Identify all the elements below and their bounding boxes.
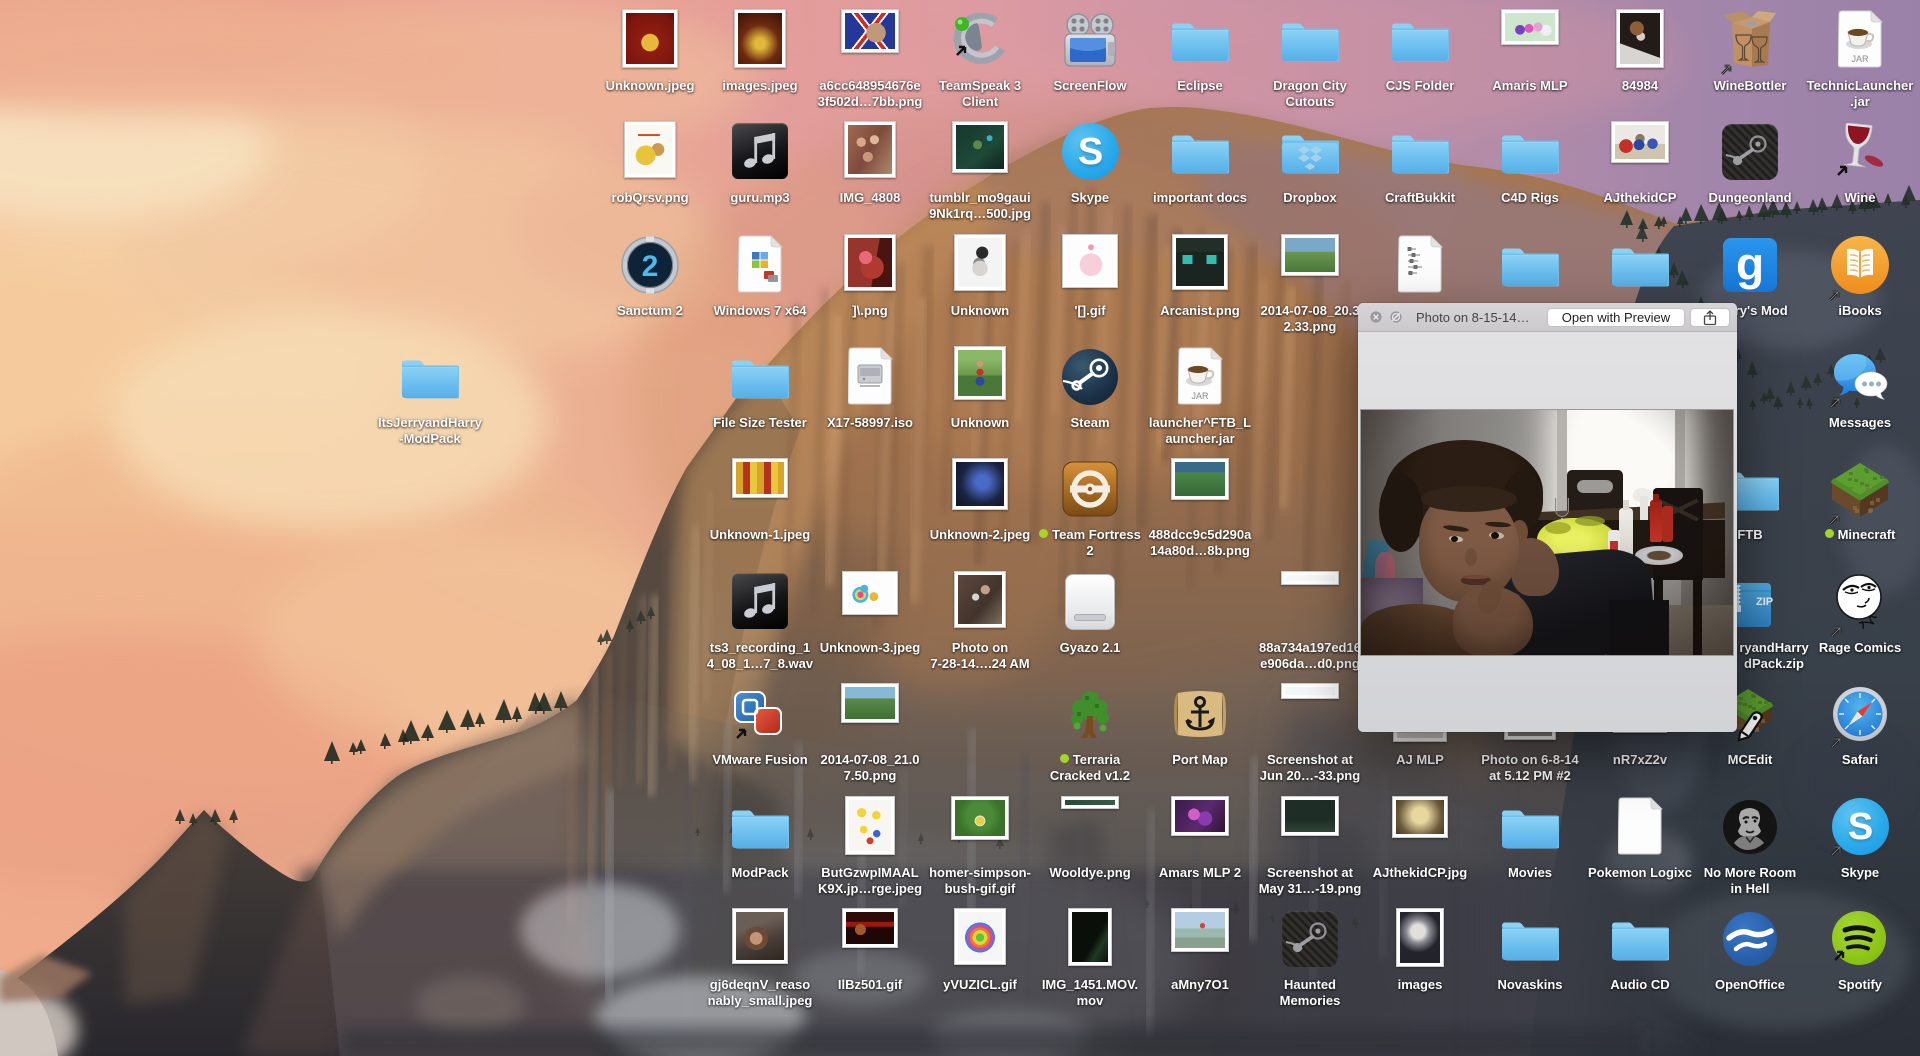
svg-text:2: 2: [642, 250, 659, 283]
svg-text:ZIP: ZIP: [1756, 596, 1773, 608]
svg-text:JAR: JAR: [1851, 54, 1869, 64]
svg-text:JAR: JAR: [1191, 391, 1209, 401]
